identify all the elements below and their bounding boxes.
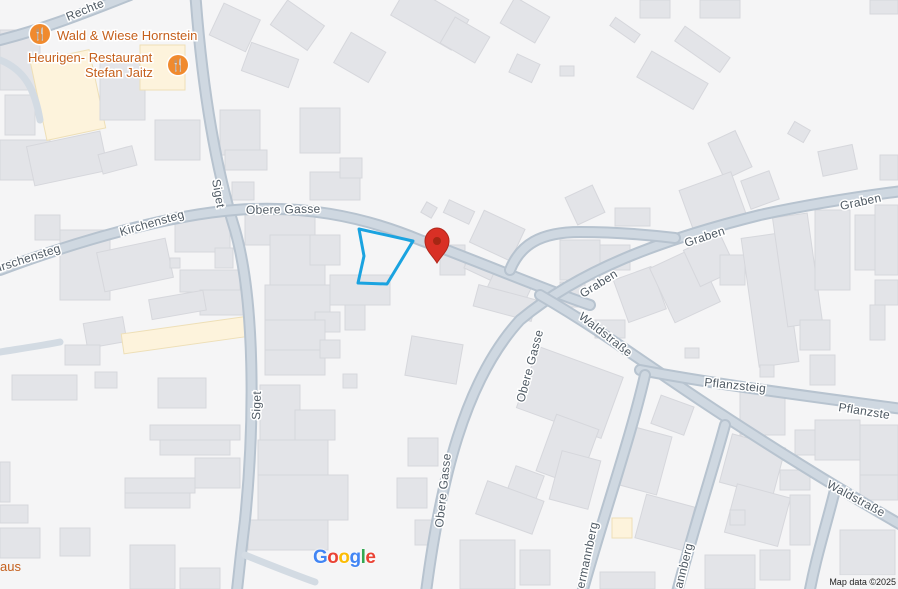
poi-label-wald-wiese: Wald & Wiese Hornstein (57, 28, 197, 43)
poi-label-edge: aus (0, 559, 21, 574)
poi-label-heurigen-line2: Stefan Jaitz (85, 65, 153, 80)
restaurant-icon[interactable]: 🍴 (30, 24, 50, 44)
map-layer: Rechte Kirschensteg Kirchensteg Obere Ga… (0, 0, 898, 589)
map-canvas[interactable]: Rechte Kirschensteg Kirchensteg Obere Ga… (0, 0, 898, 589)
street-label-pflanzsteig: Pflanzsteig (704, 375, 767, 395)
street-label-siget-bottom: Siget (249, 390, 264, 420)
google-logo: Google (313, 547, 376, 568)
restaurant-icon[interactable]: 🍴 (168, 55, 188, 75)
poi-label-heurigen-line1: Heurigen- Restaurant (28, 50, 153, 65)
map-attribution[interactable]: Map data ©2025 (823, 575, 898, 589)
buildings (0, 0, 898, 589)
street-label-obere-gasse-top: Obere Gasse (246, 202, 321, 217)
street-label-kirschensteg: Kirschensteg (0, 241, 62, 277)
